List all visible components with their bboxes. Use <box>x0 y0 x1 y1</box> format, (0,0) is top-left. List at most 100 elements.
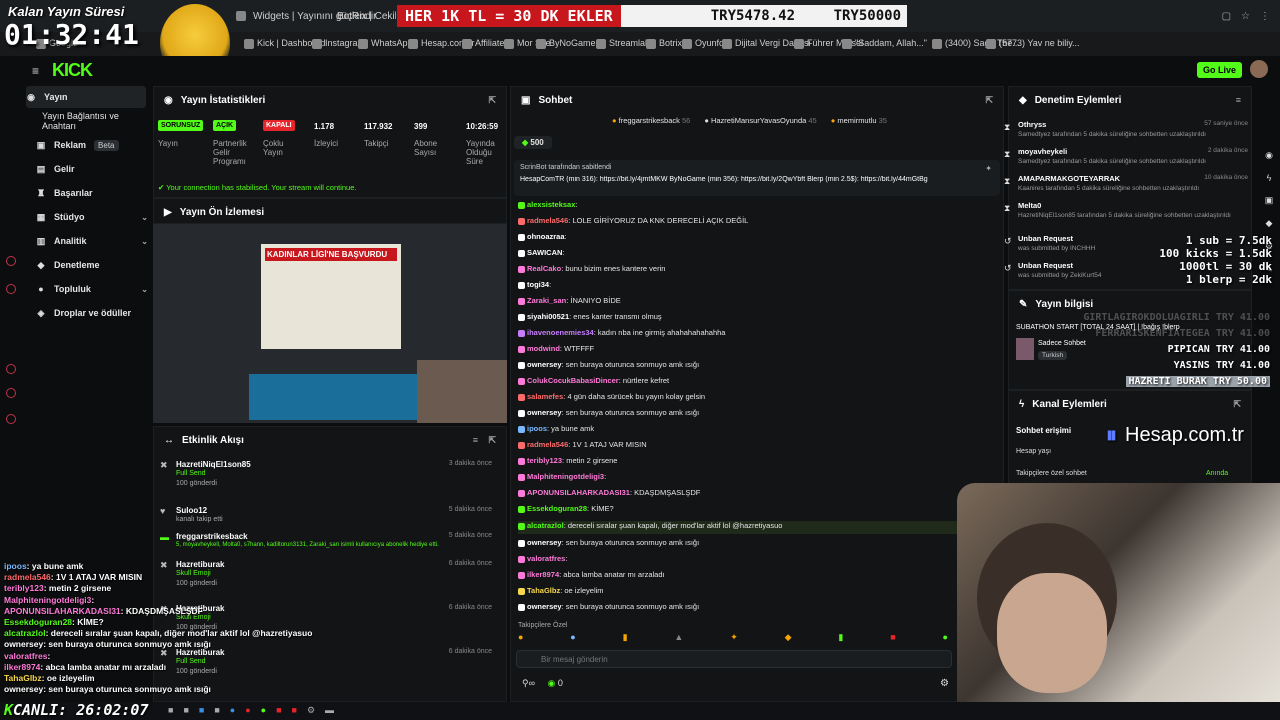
app-icon[interactable]: ■ <box>183 705 188 716</box>
go-live-button[interactable]: Go Live <box>1197 62 1243 78</box>
chat-message[interactable]: ohnoazraa: <box>518 232 998 244</box>
chat-message[interactable]: valoratfres: <box>518 554 998 566</box>
chat-message[interactable]: radmela546: LOLE GİRİYORUZ DA KNK DERECE… <box>518 216 998 228</box>
chat-username[interactable]: radmela546 <box>527 440 568 449</box>
sidebar-item-basarilar[interactable]: ♜ Başarılar <box>36 182 156 204</box>
chat-message[interactable]: ownersey: sen buraya oturunca sonmuyo am… <box>518 408 998 420</box>
chat-message[interactable]: ownersey: sen buraya oturunca sonmuyo am… <box>518 602 998 614</box>
bookmark-item[interactable]: ByNoGame <box>536 38 596 49</box>
star-icon[interactable]: ☆ <box>1241 11 1250 22</box>
chat-message[interactable]: togi34: <box>518 280 998 292</box>
emote-icon[interactable]: ◆ <box>785 632 792 644</box>
sidebar-item-reklam[interactable]: ▣ Reklam Beta <box>36 134 156 156</box>
emote-icon[interactable]: ▮ <box>838 632 843 644</box>
popout-icon[interactable]: ⇱ <box>985 95 993 106</box>
emote-icon[interactable]: ■ <box>890 632 895 644</box>
emote-icon[interactable]: ▲ <box>674 632 683 644</box>
chat-username[interactable]: ColukCocukBabasiDincer <box>527 376 619 385</box>
app-icon[interactable]: ■ <box>168 705 173 716</box>
chat-message[interactable]: radmela546: 1V 1 ATAJ VAR MISIN <box>518 440 998 452</box>
stream-preview[interactable]: KADINLAR LİGİ'NE BAŞVURDU <box>153 224 507 423</box>
popout-icon[interactable]: ⇱ <box>1233 399 1241 410</box>
chat-username[interactable]: ilker8974 <box>527 570 559 579</box>
popout-icon[interactable]: ⇱ <box>488 435 496 446</box>
moderation-item[interactable]: ⧗ moyavheykeli Samedtyez tarafından 5 daki… <box>1004 147 1248 165</box>
bookmark-item[interactable]: Botrix <box>646 38 682 49</box>
account-age-row[interactable]: Hesap yaşı <box>1016 448 1051 455</box>
app-icon[interactable]: ■ <box>276 705 281 716</box>
chat-message[interactable]: Zaraki_san: İNANIYO BİDE <box>518 296 998 308</box>
chat-message[interactable]: siyahi00521: enes kanter transmı olmuş <box>518 312 998 324</box>
gifter-item[interactable]: ● memirmutlu 35 <box>831 116 887 125</box>
chat-message[interactable]: ilker8974: abca lamba anatar mı arzaladı <box>518 570 998 582</box>
menu-icon[interactable]: ⋮ <box>1260 11 1270 22</box>
extension-icon[interactable]: ▢ <box>1222 11 1231 22</box>
chat-message[interactable]: modwind: WTFFFF <box>518 344 998 356</box>
rail-icon[interactable]: ◆ <box>1266 218 1273 229</box>
rail-icon[interactable]: ϟ <box>1267 173 1272 183</box>
bookmark-item[interactable]: "Saddam, Allah..." <box>842 38 927 49</box>
moderation-item[interactable]: ⧗ AMAPARMAKGOTEYARRAK Kaanires tarafından … <box>1004 174 1248 192</box>
chat-message[interactable]: ihavenoenemies34: kadın nba ine girmiş a… <box>518 328 998 340</box>
chat-message[interactable]: ColukCocukBabasiDincer: nürtlere kefret <box>518 376 998 388</box>
filter-icon[interactable]: ≡ <box>1236 95 1241 105</box>
chat-username[interactable]: TahaGlbz <box>527 586 560 595</box>
bookmark-item[interactable]: (5773) Yav ne biliy... <box>986 38 1080 49</box>
app-icon[interactable]: ■ <box>292 705 297 716</box>
moderation-item[interactable]: ⧗ Othryss Samedtyez tarafından 5 dakika sü… <box>1004 120 1248 138</box>
emote-icon[interactable]: ● <box>570 632 575 644</box>
hamburger-icon[interactable]: ≡ <box>32 64 39 78</box>
followers-only-row[interactable]: Takipçilere özel sohbet <box>1016 470 1087 477</box>
chat-username[interactable]: Essekdoguran28 <box>527 504 587 513</box>
chat-message[interactable]: alexsisteksax: <box>518 200 998 212</box>
pin-icon[interactable]: ✦ <box>985 164 992 173</box>
sidebar-item-analitik[interactable]: ▥ Analitik ⌄ <box>36 230 156 252</box>
chat-username[interactable]: ownersey <box>527 602 562 611</box>
sidebar-item-stream-key[interactable]: Yayın Bağlantısı ve Anahtarı <box>42 110 150 132</box>
chat-message[interactable]: ownersey: sen buraya oturunca sonmuyo am… <box>518 538 998 550</box>
chat-username[interactable]: APONUNSILAHARKADASI31 <box>527 488 630 497</box>
moderation-item[interactable]: ⧗ Melta0 HazretiNiqEl1son85 tarafından 5 d… <box>1004 201 1248 219</box>
chat-message[interactable]: Essekdoguran28: KİME? <box>518 504 998 516</box>
app-icon[interactable]: ▬ <box>325 705 334 716</box>
app-icon[interactable]: ● <box>230 705 235 716</box>
chat-message[interactable]: Malphiteningotdeligi3: <box>518 472 998 484</box>
kick-logo[interactable]: KICK <box>52 60 93 81</box>
gear-icon[interactable]: ⚙ <box>940 678 949 689</box>
chat-username[interactable]: ipoos <box>527 424 547 433</box>
chat-username[interactable]: Malphiteningotdeligi3 <box>527 472 604 481</box>
rail-icon[interactable]: ▣ <box>1265 195 1274 206</box>
sidebar-item-topluluk[interactable]: ● Topluluk ⌄ <box>36 278 156 300</box>
chat-username[interactable]: alcatrazlol <box>527 521 564 530</box>
chat-message[interactable]: TahaGlbz: oe izleyelim <box>518 586 998 598</box>
chat-username[interactable]: togi34 <box>527 280 549 289</box>
chat-message[interactable]: salamefes: 4 gün daha sürücek bu yayın k… <box>518 392 998 404</box>
app-icon[interactable]: ● <box>245 705 250 716</box>
chat-username[interactable]: siyahi00521 <box>527 312 569 321</box>
chat-username[interactable]: ohnoazraa <box>527 232 565 241</box>
rail-icon[interactable] <box>6 414 16 424</box>
kicks-pill[interactable]: ◆ 500 <box>514 136 552 149</box>
bookmark-item[interactable]: WhatsApp <box>358 38 413 49</box>
link-icon[interactable]: ⚲∞ <box>522 678 535 688</box>
chat-username[interactable]: RealCako <box>527 264 561 273</box>
chat-message[interactable]: APONUNSILAHARKADASI31: KDAŞDMŞASLŞDF <box>518 488 998 500</box>
chat-username[interactable]: ownersey <box>527 538 562 547</box>
chat-username[interactable]: salamefes <box>527 392 563 401</box>
app-icon[interactable]: ■ <box>214 705 219 716</box>
chat-message[interactable]: RealCako: bunu bizim enes kantere verin <box>518 264 998 276</box>
emote-icon[interactable]: ● <box>942 632 947 644</box>
chat-username[interactable]: valoratfres <box>527 554 565 563</box>
emote-icon[interactable]: ● <box>518 632 523 644</box>
chat-username[interactable]: Zaraki_san <box>527 296 566 305</box>
chat-username[interactable]: ownersey <box>527 360 562 369</box>
chat-message[interactable]: SAWICAN: <box>518 248 998 260</box>
chat-username[interactable]: alexsisteksax <box>527 200 575 209</box>
app-icon[interactable]: ■ <box>199 705 204 716</box>
chat-username[interactable]: ihavenoenemies34 <box>527 328 594 337</box>
chat-username[interactable]: radmela546 <box>527 216 568 225</box>
app-icon[interactable]: ● <box>261 705 266 716</box>
rail-icon[interactable] <box>6 284 16 294</box>
avatar[interactable] <box>1250 60 1268 78</box>
rail-icon[interactable] <box>6 364 16 374</box>
